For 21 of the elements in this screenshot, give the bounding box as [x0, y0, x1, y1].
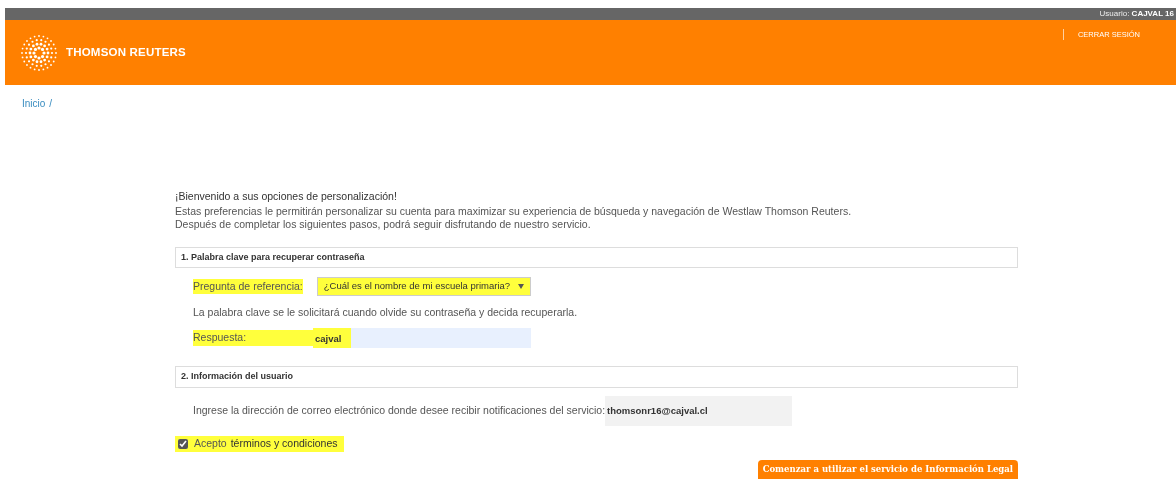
terms-link[interactable]: términos y condiciones: [230, 435, 338, 452]
email-field[interactable]: thomsonr16@cajval.cl: [605, 395, 793, 426]
answer-field[interactable]: cajval: [313, 328, 531, 349]
email-label: Ingrese la dirección de correo electrónico donde desee recibir notificaciones del servicio:: [193, 402, 606, 418]
terms-checkbox[interactable]: [178, 438, 188, 449]
hint-text: La palabra clave se le solicitará cuando olvide su contraseña y decida recuperarla.: [193, 304, 579, 320]
welcome-title: ¡Bienvenido a sus opciones de personalización!: [175, 189, 398, 204]
brand-name: THOMSON REUTERS: [66, 44, 186, 60]
dropdown-caret-icon: [518, 283, 525, 289]
intro-text: Estas preferencias le permitirán personalizar su cuenta para maximizar su experiencia de búsqueda y navegación de Westlaw Thomson Reuters.: [175, 204, 853, 218]
section-header: 2. Información del usuario: [175, 366, 1018, 388]
answer-label: Respuesta:: [193, 330, 313, 347]
logo-icon: [20, 33, 58, 72]
breadcrumb-separator: /: [49, 97, 53, 111]
question-label: Pregunta de referencia:: [193, 278, 303, 295]
terms-label: Acepto: [194, 435, 227, 451]
section-header: 1. Palabra clave para recuperar contraseña: [175, 246, 1018, 269]
breadcrumb-link[interactable]: Inicio: [22, 96, 46, 111]
question-select[interactable]: ¿Cuál es el nombre de mi escuela primaria?: [316, 277, 532, 296]
user-label: Usuario: CAJVAL 16: [1099, 8, 1174, 20]
intro-text: Después de completar los siguientes pasos, podrá seguir disfrutando de nuestro servicio.: [175, 217, 592, 231]
